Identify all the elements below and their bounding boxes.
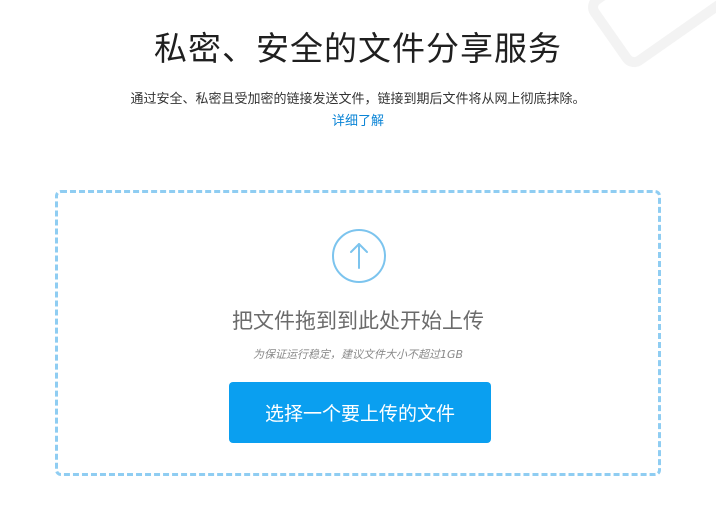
learn-more-link[interactable]: 详细了解	[0, 110, 716, 129]
arrow-up-circle-icon	[332, 229, 386, 283]
file-size-hint: 为保证运行稳定，建议文件大小不超过1GB	[252, 348, 464, 361]
page-title: 私密、安全的文件分享服务	[154, 29, 562, 68]
choose-file-button[interactable]: 选择一个要上传的文件	[229, 382, 491, 443]
page: 私密、安全的文件分享服务 通过安全、私密且受加密的链接发送文件，链接到期后文件将…	[0, 0, 716, 516]
page-subtitle: 通过安全、私密且受加密的链接发送文件，链接到期后文件将从网上彻底抹除。	[130, 92, 586, 107]
drop-instruction: 把文件拖到到此处开始上传	[232, 309, 484, 333]
